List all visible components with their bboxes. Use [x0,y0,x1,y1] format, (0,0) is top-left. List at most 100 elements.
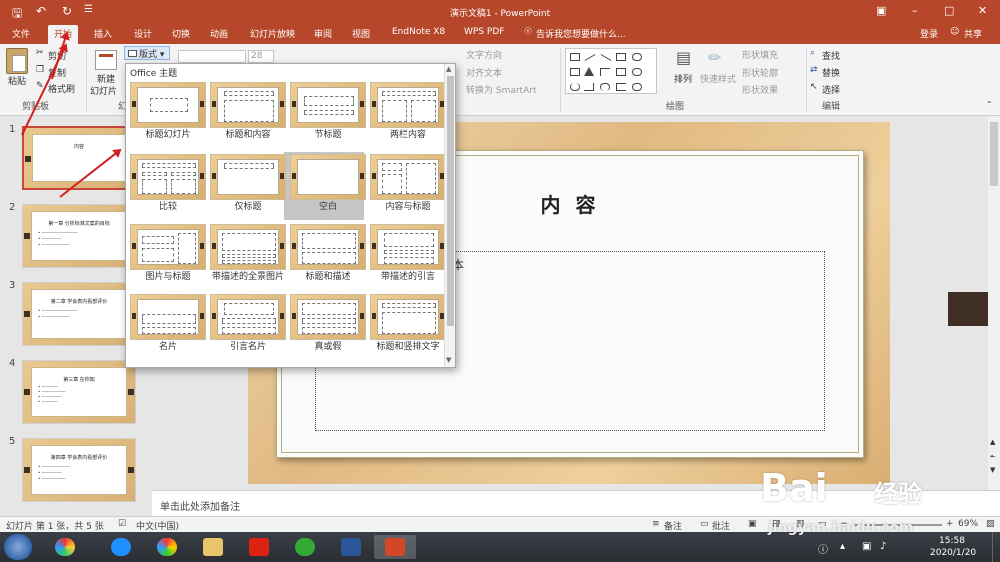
tab-insert[interactable]: 插入 [94,27,112,40]
star-shape-icon[interactable] [632,83,642,91]
layout-option-title-description[interactable] [290,224,366,270]
layout-option-true-false[interactable] [290,294,366,340]
scroll-up-icon[interactable]: ▲ [990,438,995,446]
layout-option-title-slide[interactable] [130,82,206,128]
zoom-in-icon[interactable]: + [946,519,954,529]
smartart-button[interactable]: 转换为 SmartArt [466,83,536,96]
shape-outline-button[interactable]: 形状轮廓 [742,66,778,79]
format-painter-button[interactable]: 格式刷 [48,82,75,95]
layout-option-title-only[interactable] [210,154,286,200]
taskbar-app-icon[interactable] [192,535,234,559]
scroll-down-icon[interactable]: ▼ [446,356,451,364]
arrange-button[interactable]: 排列 [674,72,692,85]
network-icon[interactable]: ▣ [862,541,871,552]
tab-design[interactable]: 设计 [134,27,152,40]
layout-button[interactable]: 版式 ▾ [124,46,170,60]
slide-thumbnail[interactable]: 第一章 分析标准文案的目标 • ————————— • ————— • ——————… [22,204,136,268]
layout-option-title-content[interactable] [210,82,286,128]
slide-thumbnail[interactable]: 第四章 学会表内看部评价 • ——————— • ————— • —————— [22,438,136,502]
shape-fill-button[interactable]: 形状填充 [742,48,778,61]
taskbar-app-icon[interactable] [100,535,142,559]
fit-slide-icon[interactable]: ▨ [986,519,995,529]
elbow-shape-icon[interactable] [600,68,610,76]
find-button[interactable]: 查找 [822,49,840,62]
layout-option-quote-caption[interactable] [370,224,446,270]
collapse-ribbon-icon[interactable]: ⌃ [986,100,993,109]
layout-option-two-content[interactable] [370,82,446,128]
gallery-scrollbar[interactable]: ▲ ▼ [444,64,455,367]
taskbar-app-icon[interactable] [284,535,326,559]
clock[interactable]: 15:58 2020/1/20 [930,535,976,559]
arrow-shape-icon[interactable] [616,68,626,76]
new-slide-button-2[interactable]: 幻灯片 [90,84,117,97]
comments-toggle[interactable]: 批注 [712,519,730,532]
close-icon[interactable]: ✕ [978,4,987,17]
notes-icon[interactable]: ≡ [652,519,660,529]
layout-option-content-caption[interactable] [370,154,446,200]
tab-file[interactable]: 文件 [12,27,30,40]
notes-pane[interactable]: 单击此处添加备注 [152,490,1000,516]
shapes-gallery[interactable] [565,48,657,94]
layout-option-picture-caption[interactable] [130,224,206,270]
textbox-shape-icon[interactable] [570,53,580,61]
notes-toggle[interactable]: 备注 [664,519,682,532]
copy-icon[interactable]: ❐ [36,65,44,75]
spellcheck-icon[interactable]: ☑ [118,519,126,529]
rect-shape-icon[interactable] [616,53,626,61]
minimize-icon[interactable]: – [912,4,918,17]
oval-shape-icon[interactable] [632,53,642,61]
font-name-box[interactable] [178,50,246,63]
normal-view-icon[interactable]: ▣ [748,519,757,529]
zoom-level[interactable]: 69% [958,519,978,529]
tell-me-box[interactable]: 告诉我您想要做什么... [536,27,626,40]
prev-slide-icon[interactable]: ⯬ [990,452,996,461]
quick-styles-icon[interactable]: ✏ [708,48,721,67]
find-icon[interactable]: ⌕ [810,48,815,58]
layout-option-comparison[interactable] [130,154,206,200]
tab-endnote[interactable]: EndNote X8 [392,27,445,37]
font-size-box[interactable]: 28 [248,50,274,63]
slide-thumbnail[interactable]: 第二章 学会表内看部评价 • ————————— • ——————— [22,282,136,346]
tray-icon[interactable]: ▴ [840,541,845,552]
slide-thumbnail[interactable]: 第三章 在你知 • ———— • —————— • ————— • ———— [22,360,136,424]
paste-icon[interactable] [6,48,28,74]
paste-button[interactable]: 粘贴 [8,74,26,87]
taskbar-word-icon[interactable] [330,535,372,559]
tab-wps-pdf[interactable]: WPS PDF [464,27,504,37]
taskbar-app-icon[interactable] [146,535,188,559]
help-icon[interactable]: ⓘ [818,541,828,556]
text-direction-button[interactable]: 文字方向 [466,48,502,61]
rect-shape-icon[interactable] [570,68,580,76]
scroll-up-icon[interactable]: ▲ [446,65,451,73]
arrange-icon[interactable]: ▤ [676,48,691,67]
taskbar-app-icon[interactable] [44,535,86,559]
layout-option-section-header[interactable] [290,82,366,128]
select-icon[interactable]: ↖ [810,82,818,92]
replace-button[interactable]: 替换 [822,66,840,79]
taskbar-app-icon[interactable] [238,535,280,559]
quick-styles-button[interactable]: 快速样式 [700,72,736,85]
curve-shape-icon[interactable] [570,83,580,91]
start-icon[interactable] [4,534,32,560]
layout-option-name-card[interactable] [130,294,206,340]
tab-review[interactable]: 审阅 [314,27,332,40]
editor-scrollbar[interactable]: ▲ ⯬ ▼ [988,116,1000,490]
layout-option-panoramic[interactable] [210,224,286,270]
bracket-shape-icon[interactable] [584,83,594,91]
volume-icon[interactable]: ♪ [880,541,886,552]
ribbon-display-icon[interactable]: ▣ [876,4,886,17]
shape-effects-button[interactable]: 形状效果 [742,83,778,96]
taskbar-powerpoint-icon[interactable] [374,535,416,559]
arc-shape-icon[interactable] [600,83,610,91]
line-shape-icon[interactable] [584,54,596,61]
select-button[interactable]: 选择 [822,83,840,96]
show-desktop-button[interactable] [992,532,1000,562]
cut-icon[interactable]: ✂ [36,48,44,58]
tab-slideshow[interactable]: 幻灯片放映 [250,27,295,40]
rounded-shape-icon[interactable] [632,68,642,76]
align-text-button[interactable]: 对齐文本 [466,66,502,79]
layout-option-vertical-text[interactable] [370,294,446,340]
comments-icon[interactable]: ▭ [700,519,709,529]
triangle-shape-icon[interactable] [584,67,594,76]
brace-shape-icon[interactable] [616,83,626,91]
